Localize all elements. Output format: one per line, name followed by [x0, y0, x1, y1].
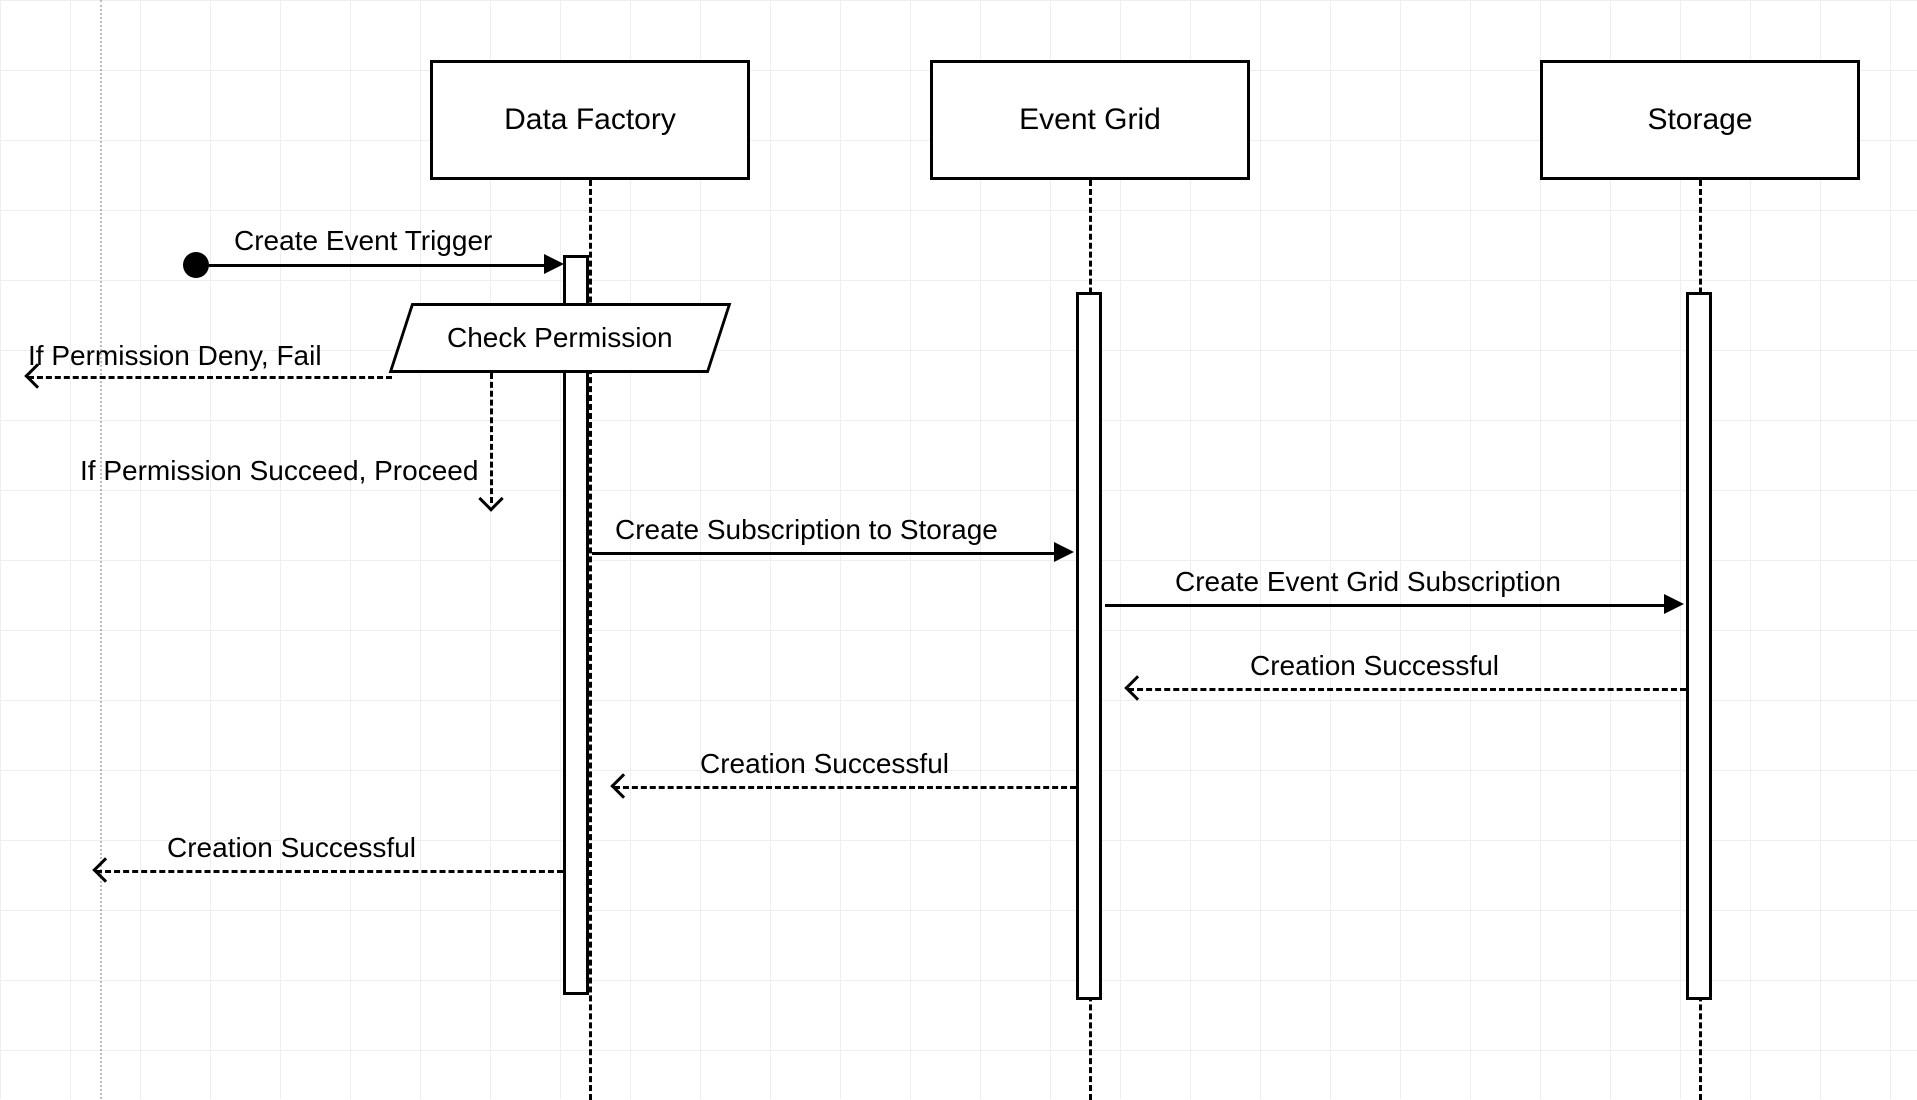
msg-permission-succeed: If Permission Succeed, Proceed — [80, 455, 478, 487]
msg-create-event-trigger: Create Event Trigger — [234, 225, 492, 257]
arrow-create-subscription — [592, 552, 1057, 555]
start-node — [183, 252, 209, 278]
activation-event-grid — [1076, 292, 1102, 1000]
msg-create-eg-subscription: Create Event Grid Subscription — [1175, 566, 1561, 598]
msg-creation-successful-2: Creation Successful — [700, 748, 949, 780]
participant-event-grid: Event Grid — [930, 60, 1250, 180]
msg-creation-successful-3: Creation Successful — [167, 832, 416, 864]
arrowhead — [610, 773, 635, 798]
participant-label: Storage — [1647, 103, 1752, 137]
arrow-create-event-trigger — [209, 264, 554, 267]
check-permission-label: Check Permission — [447, 322, 673, 354]
activation-storage — [1686, 292, 1712, 1000]
arrow-permission-deny — [28, 376, 392, 379]
arrow-creation-successful-2 — [614, 786, 1076, 789]
participant-label: Event Grid — [1019, 103, 1161, 137]
msg-creation-successful-1: Creation Successful — [1250, 650, 1499, 682]
arrowhead — [478, 486, 503, 511]
msg-create-subscription: Create Subscription to Storage — [615, 514, 998, 546]
participant-label: Data Factory — [504, 103, 676, 137]
arrowhead — [1664, 594, 1684, 614]
participant-data-factory: Data Factory — [430, 60, 750, 180]
v-line-permission-succeed — [490, 373, 493, 503]
participant-storage: Storage — [1540, 60, 1860, 180]
arrow-creation-successful-1 — [1128, 688, 1686, 691]
sequence-diagram: Data Factory Event Grid Storage Create E… — [0, 0, 1917, 1099]
arrowhead — [1054, 542, 1074, 562]
arrowhead — [92, 857, 117, 882]
arrow-creation-successful-3 — [96, 870, 563, 873]
arrowhead — [544, 254, 564, 274]
msg-permission-deny: If Permission Deny, Fail — [28, 340, 322, 372]
arrowhead — [1124, 675, 1149, 700]
check-permission-node: Check Permission — [389, 303, 732, 373]
arrow-create-eg-subscription — [1105, 604, 1667, 607]
